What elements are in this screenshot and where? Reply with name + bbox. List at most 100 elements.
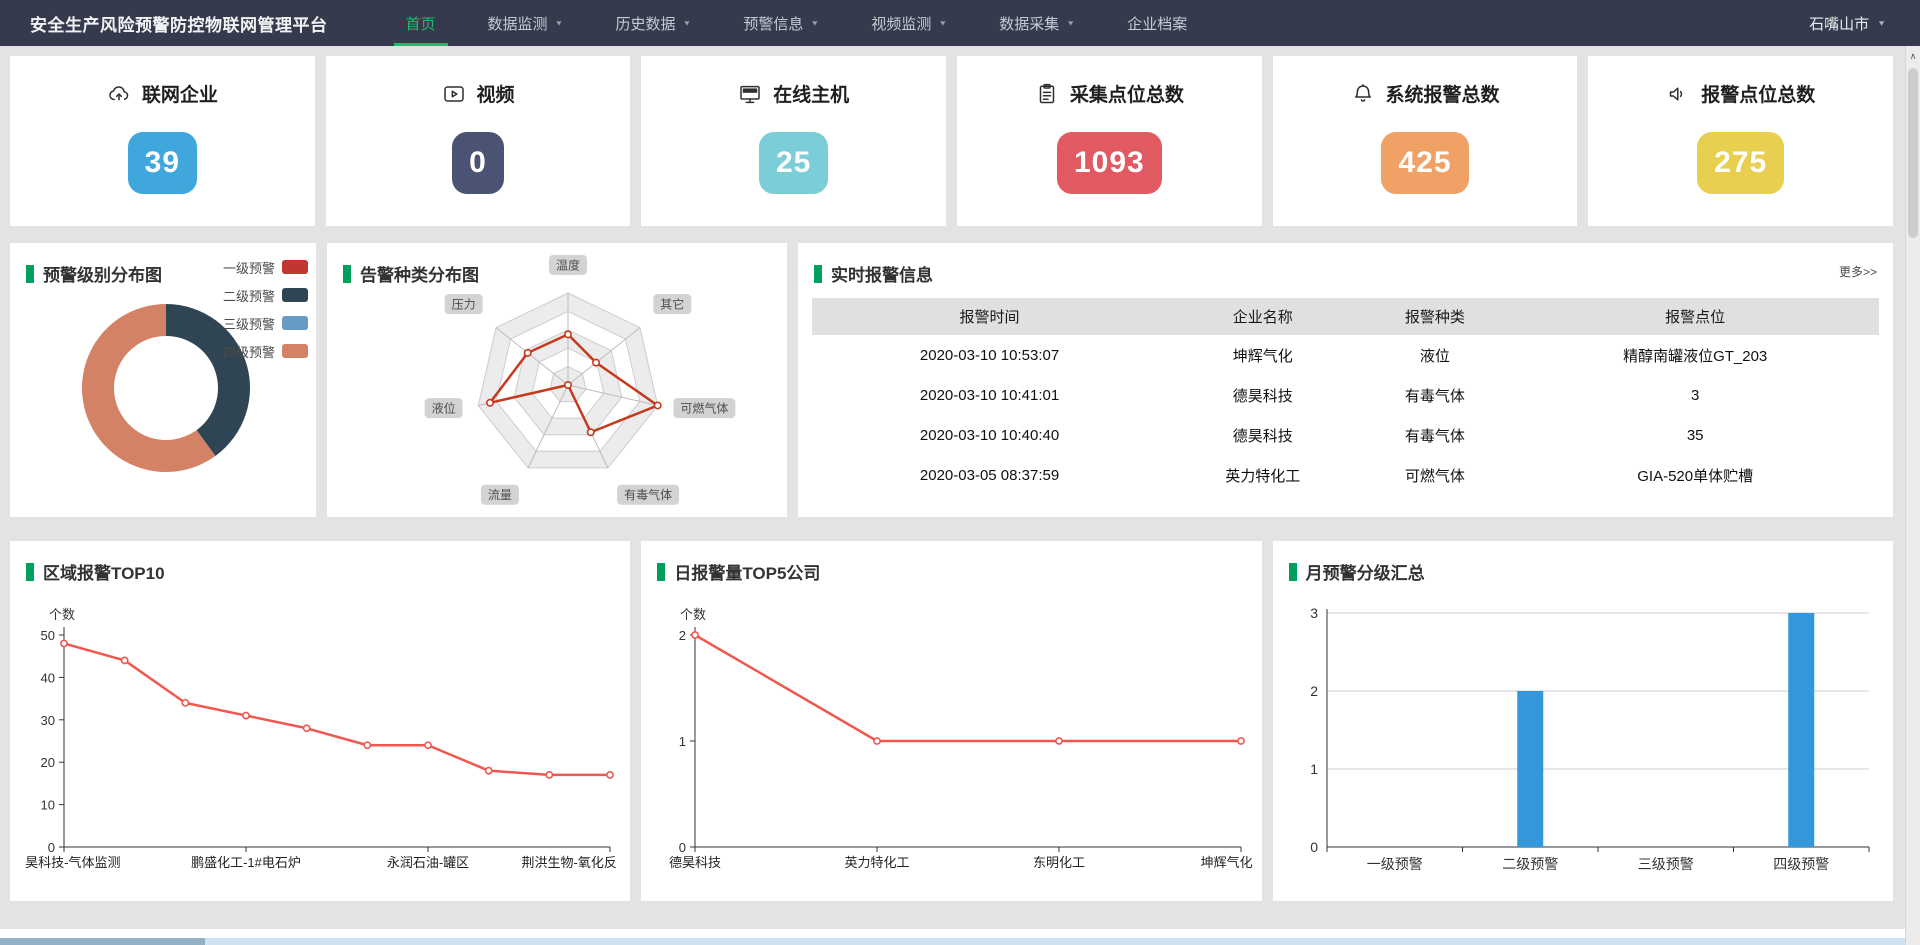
stat-label: 系统报警总数 <box>1386 80 1500 107</box>
chevron-down-icon: ▼ <box>1066 19 1075 27</box>
chevron-down-icon: ▼ <box>1877 19 1886 27</box>
scroll-up-arrow-icon[interactable]: ∧ <box>1906 51 1920 61</box>
svg-text:鹏盛化工-1#电石炉: 鹏盛化工-1#电石炉 <box>191 855 301 870</box>
nav-item-label: 数据监测 <box>488 13 548 34</box>
nav-item-label: 首页 <box>406 13 436 34</box>
nav-item-label: 预警信息 <box>743 13 803 34</box>
horizontal-scrollbar[interactable] <box>0 938 1920 945</box>
legend-item-3[interactable]: 四级预警 <box>223 341 308 361</box>
stat-label: 报警点位总数 <box>1701 80 1815 107</box>
legend-swatch <box>282 344 308 358</box>
stat-value-badge: 0 <box>452 132 504 194</box>
table-row-0: 2020-03-10 10:53:07坤辉气化液位精醇南罐液位GT_203 <box>812 335 1879 375</box>
nav-item-3[interactable]: 预警信息 ▼ <box>717 0 845 46</box>
legend-label: 二级预警 <box>223 286 275 305</box>
table-cell: 2020-03-10 10:41:01 <box>812 375 1167 415</box>
panel-title-text: 区域报警TOP10 <box>43 559 165 584</box>
stat-title: 在线主机 <box>738 80 849 107</box>
panel-title-top5: 日报警量TOP5公司 <box>657 559 820 584</box>
nav-item-5[interactable]: 数据采集▼ <box>973 0 1101 46</box>
region-selector[interactable]: 石嘴山市 ▼ <box>1809 13 1886 34</box>
alarm-table-header: 报警时间企业名称报警种类报警点位 <box>812 298 1879 335</box>
stat-card-1: 视频0 <box>326 56 631 226</box>
legend-label: 一级预警 <box>223 258 275 277</box>
bell-icon <box>1351 82 1375 106</box>
chevron-down-icon: ▼ <box>810 19 819 27</box>
svg-text:昊科技-气体监测: 昊科技-气体监测 <box>25 855 120 870</box>
svg-text:20: 20 <box>41 755 55 770</box>
svg-text:0: 0 <box>48 840 55 855</box>
middle-row: 预警级别分布图 一级预警二级预警三级预警四级预警 告警种类分布图 温度其它可燃气… <box>10 243 1893 517</box>
svg-text:30: 30 <box>41 713 55 728</box>
speaker-icon <box>1666 82 1690 106</box>
title-bullet <box>1289 563 1297 581</box>
table-cell: 坤辉气化 <box>1167 335 1358 375</box>
stat-title: 报警点位总数 <box>1666 80 1815 107</box>
stat-title: 联网企业 <box>107 80 218 107</box>
stat-card-5: 报警点位总数275 <box>1588 56 1893 226</box>
stat-card-2: 在线主机25 <box>641 56 946 226</box>
more-link[interactable]: 更多>> <box>1839 263 1877 280</box>
chevron-down-icon: ▼ <box>555 19 564 27</box>
svg-text:一级预警: 一级预警 <box>1366 856 1422 872</box>
horizontal-scrollbar-thumb[interactable] <box>0 938 205 945</box>
radar-axis-label: 其它 <box>653 294 691 314</box>
vertical-scrollbar[interactable]: ∧ <box>1905 46 1920 945</box>
nav-item-4[interactable]: 视频监测▼ <box>845 0 973 46</box>
svg-text:1: 1 <box>1310 761 1318 777</box>
table-cell: 德昊科技 <box>1167 415 1358 455</box>
bottom-row: 区域报警TOP10 个数01020304050昊科技-气体监测鹏盛化工-1#电石… <box>10 541 1893 901</box>
title-bullet <box>814 265 822 283</box>
legend-swatch <box>282 260 308 274</box>
svg-text:二级预警: 二级预警 <box>1502 856 1558 872</box>
panel-alarm-type-distribution: 告警种类分布图 温度其它可燃气体有毒气体流量液位压力 <box>327 243 787 517</box>
region-label: 石嘴山市 <box>1809 13 1869 34</box>
panel-title-realtime-alarms: 实时报警信息 <box>814 261 933 286</box>
svg-text:永润石油-罐区: 永润石油-罐区 <box>387 855 469 870</box>
footer-strip <box>0 929 1920 938</box>
nav-item-6[interactable]: 企业档案 <box>1101 0 1213 46</box>
svg-text:压力: 压力 <box>452 298 476 312</box>
stat-value-badge: 1093 <box>1057 132 1162 194</box>
stat-value-badge: 39 <box>128 132 197 194</box>
stat-label: 在线主机 <box>773 80 849 107</box>
main-menu: 首页 数据监测 ▼ 历史数据 ▼ 预警信息 ▼ 视频监测▼数据采集▼企业档案 <box>380 0 1214 46</box>
table-row-3: 2020-03-05 08:37:59英力特化工可燃气体GIA-520单体贮槽 <box>812 455 1879 495</box>
table-cell: 3 <box>1511 375 1879 415</box>
legend-item-2[interactable]: 三级预警 <box>223 313 308 333</box>
table-row-1: 2020-03-10 10:41:01德昊科技有毒气体3 <box>812 375 1879 415</box>
nav-item-2[interactable]: 历史数据 ▼ <box>589 0 717 46</box>
daily-alarm-top5-line-chart: 个数012德昊科技英力特化工东明化工坤辉气化 <box>649 583 1255 891</box>
table-cell: 精醇南罐液位GT_203 <box>1511 335 1879 375</box>
chevron-down-icon: ▼ <box>682 19 691 27</box>
panel-title-text: 预警级别分布图 <box>43 261 162 286</box>
stats-row: 联网企业39视频0在线主机25采集点位总数1093系统报警总数425报警点位总数… <box>10 56 1893 226</box>
vertical-scrollbar-thumb[interactable] <box>1908 68 1918 238</box>
radar-axis-label: 可燃气体 <box>673 398 735 418</box>
svg-text:三级预警: 三级预警 <box>1637 856 1693 872</box>
radar-axis-label: 有毒气体 <box>617 485 679 505</box>
dashboard-content: 联网企业39视频0在线主机25采集点位总数1093系统报警总数425报警点位总数… <box>10 56 1893 901</box>
title-bullet <box>657 563 665 581</box>
nav-item-label: 历史数据 <box>615 13 675 34</box>
panel-warning-level-distribution: 预警级别分布图 一级预警二级预警三级预警四级预警 <box>10 243 316 517</box>
clipboard-icon <box>1035 82 1059 106</box>
svg-text:温度: 温度 <box>556 258 580 273</box>
legend-item-0[interactable]: 一级预警 <box>223 257 308 277</box>
svg-text:其它: 其它 <box>660 297 684 312</box>
nav-item-1[interactable]: 数据监测 ▼ <box>462 0 590 46</box>
panel-title-alarm-types: 告警种类分布图 <box>343 261 479 286</box>
monitor-icon <box>738 82 762 106</box>
panel-region-alarm-top10: 区域报警TOP10 个数01020304050昊科技-气体监测鹏盛化工-1#电石… <box>10 541 630 901</box>
table-column-header: 报警时间 <box>812 298 1167 335</box>
table-cell: GIA-520单体贮槽 <box>1511 455 1879 495</box>
table-cell: 2020-03-10 10:40:40 <box>812 415 1167 455</box>
video-camera-icon <box>442 82 466 106</box>
table-cell: 德昊科技 <box>1167 375 1358 415</box>
svg-text:50: 50 <box>41 628 55 643</box>
panel-title-text: 实时报警信息 <box>831 261 933 286</box>
legend-item-1[interactable]: 二级预警 <box>223 285 308 305</box>
svg-text:2: 2 <box>679 628 686 643</box>
legend-label: 三级预警 <box>223 314 275 333</box>
nav-item-0[interactable]: 首页 <box>380 0 462 46</box>
